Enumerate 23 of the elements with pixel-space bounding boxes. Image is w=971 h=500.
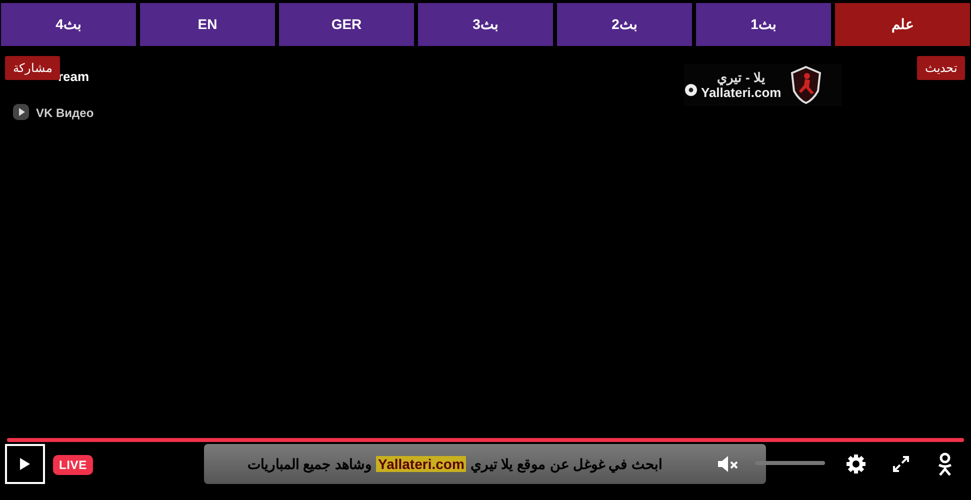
stream-title: ream	[58, 68, 90, 86]
stream-tab[interactable]: بث1	[696, 3, 831, 46]
settings-icon[interactable]	[846, 454, 866, 474]
play-button[interactable]	[5, 444, 45, 484]
stream-tab[interactable]: بث2	[557, 3, 692, 46]
stream-tab[interactable]: بث3	[418, 3, 553, 46]
logo-latin-text: Yallateri.com	[701, 86, 782, 99]
vk-video-icon	[12, 103, 30, 121]
person-icon[interactable]	[936, 452, 954, 476]
stream-tab[interactable]: EN	[140, 3, 275, 46]
live-badge: LIVE	[53, 455, 93, 475]
stream-tab[interactable]: علم	[835, 3, 970, 46]
logo-arabic-text: يلا - تيري	[716, 71, 766, 84]
refresh-button[interactable]: تحديث	[917, 56, 965, 80]
shield-player-icon	[789, 65, 824, 105]
fullscreen-icon[interactable]	[891, 454, 911, 474]
share-button[interactable]: مشاركة	[5, 56, 60, 80]
mute-button[interactable]	[716, 455, 740, 473]
play-icon	[19, 457, 31, 471]
vk-video-label: VK Видео	[36, 105, 94, 122]
volume-track[interactable]	[755, 461, 825, 465]
stream-tab[interactable]: بث4	[1, 3, 136, 46]
stream-tab[interactable]: GER	[279, 3, 414, 46]
